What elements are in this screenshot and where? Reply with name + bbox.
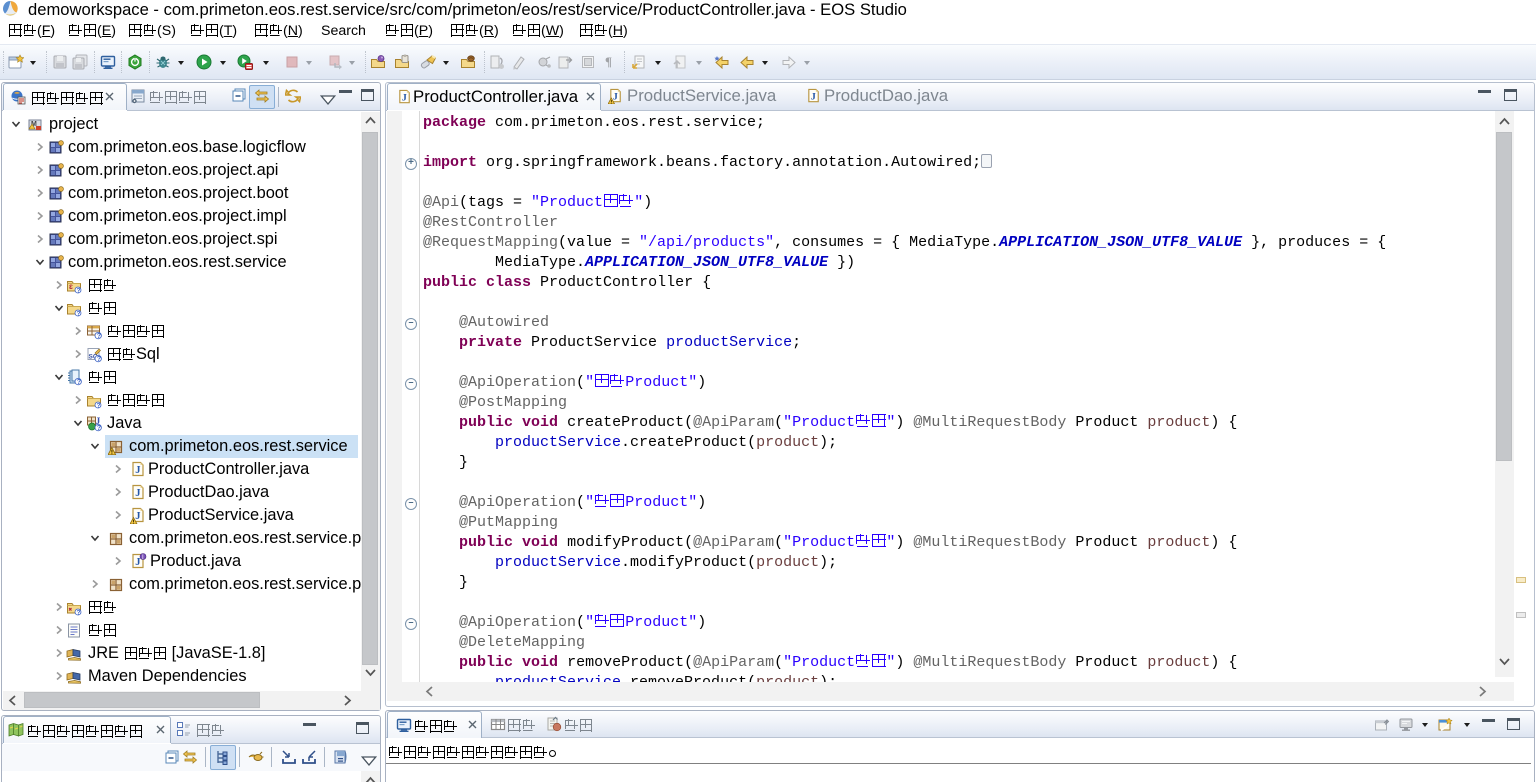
svg-text:ɛ: ɛ [69, 282, 73, 291]
